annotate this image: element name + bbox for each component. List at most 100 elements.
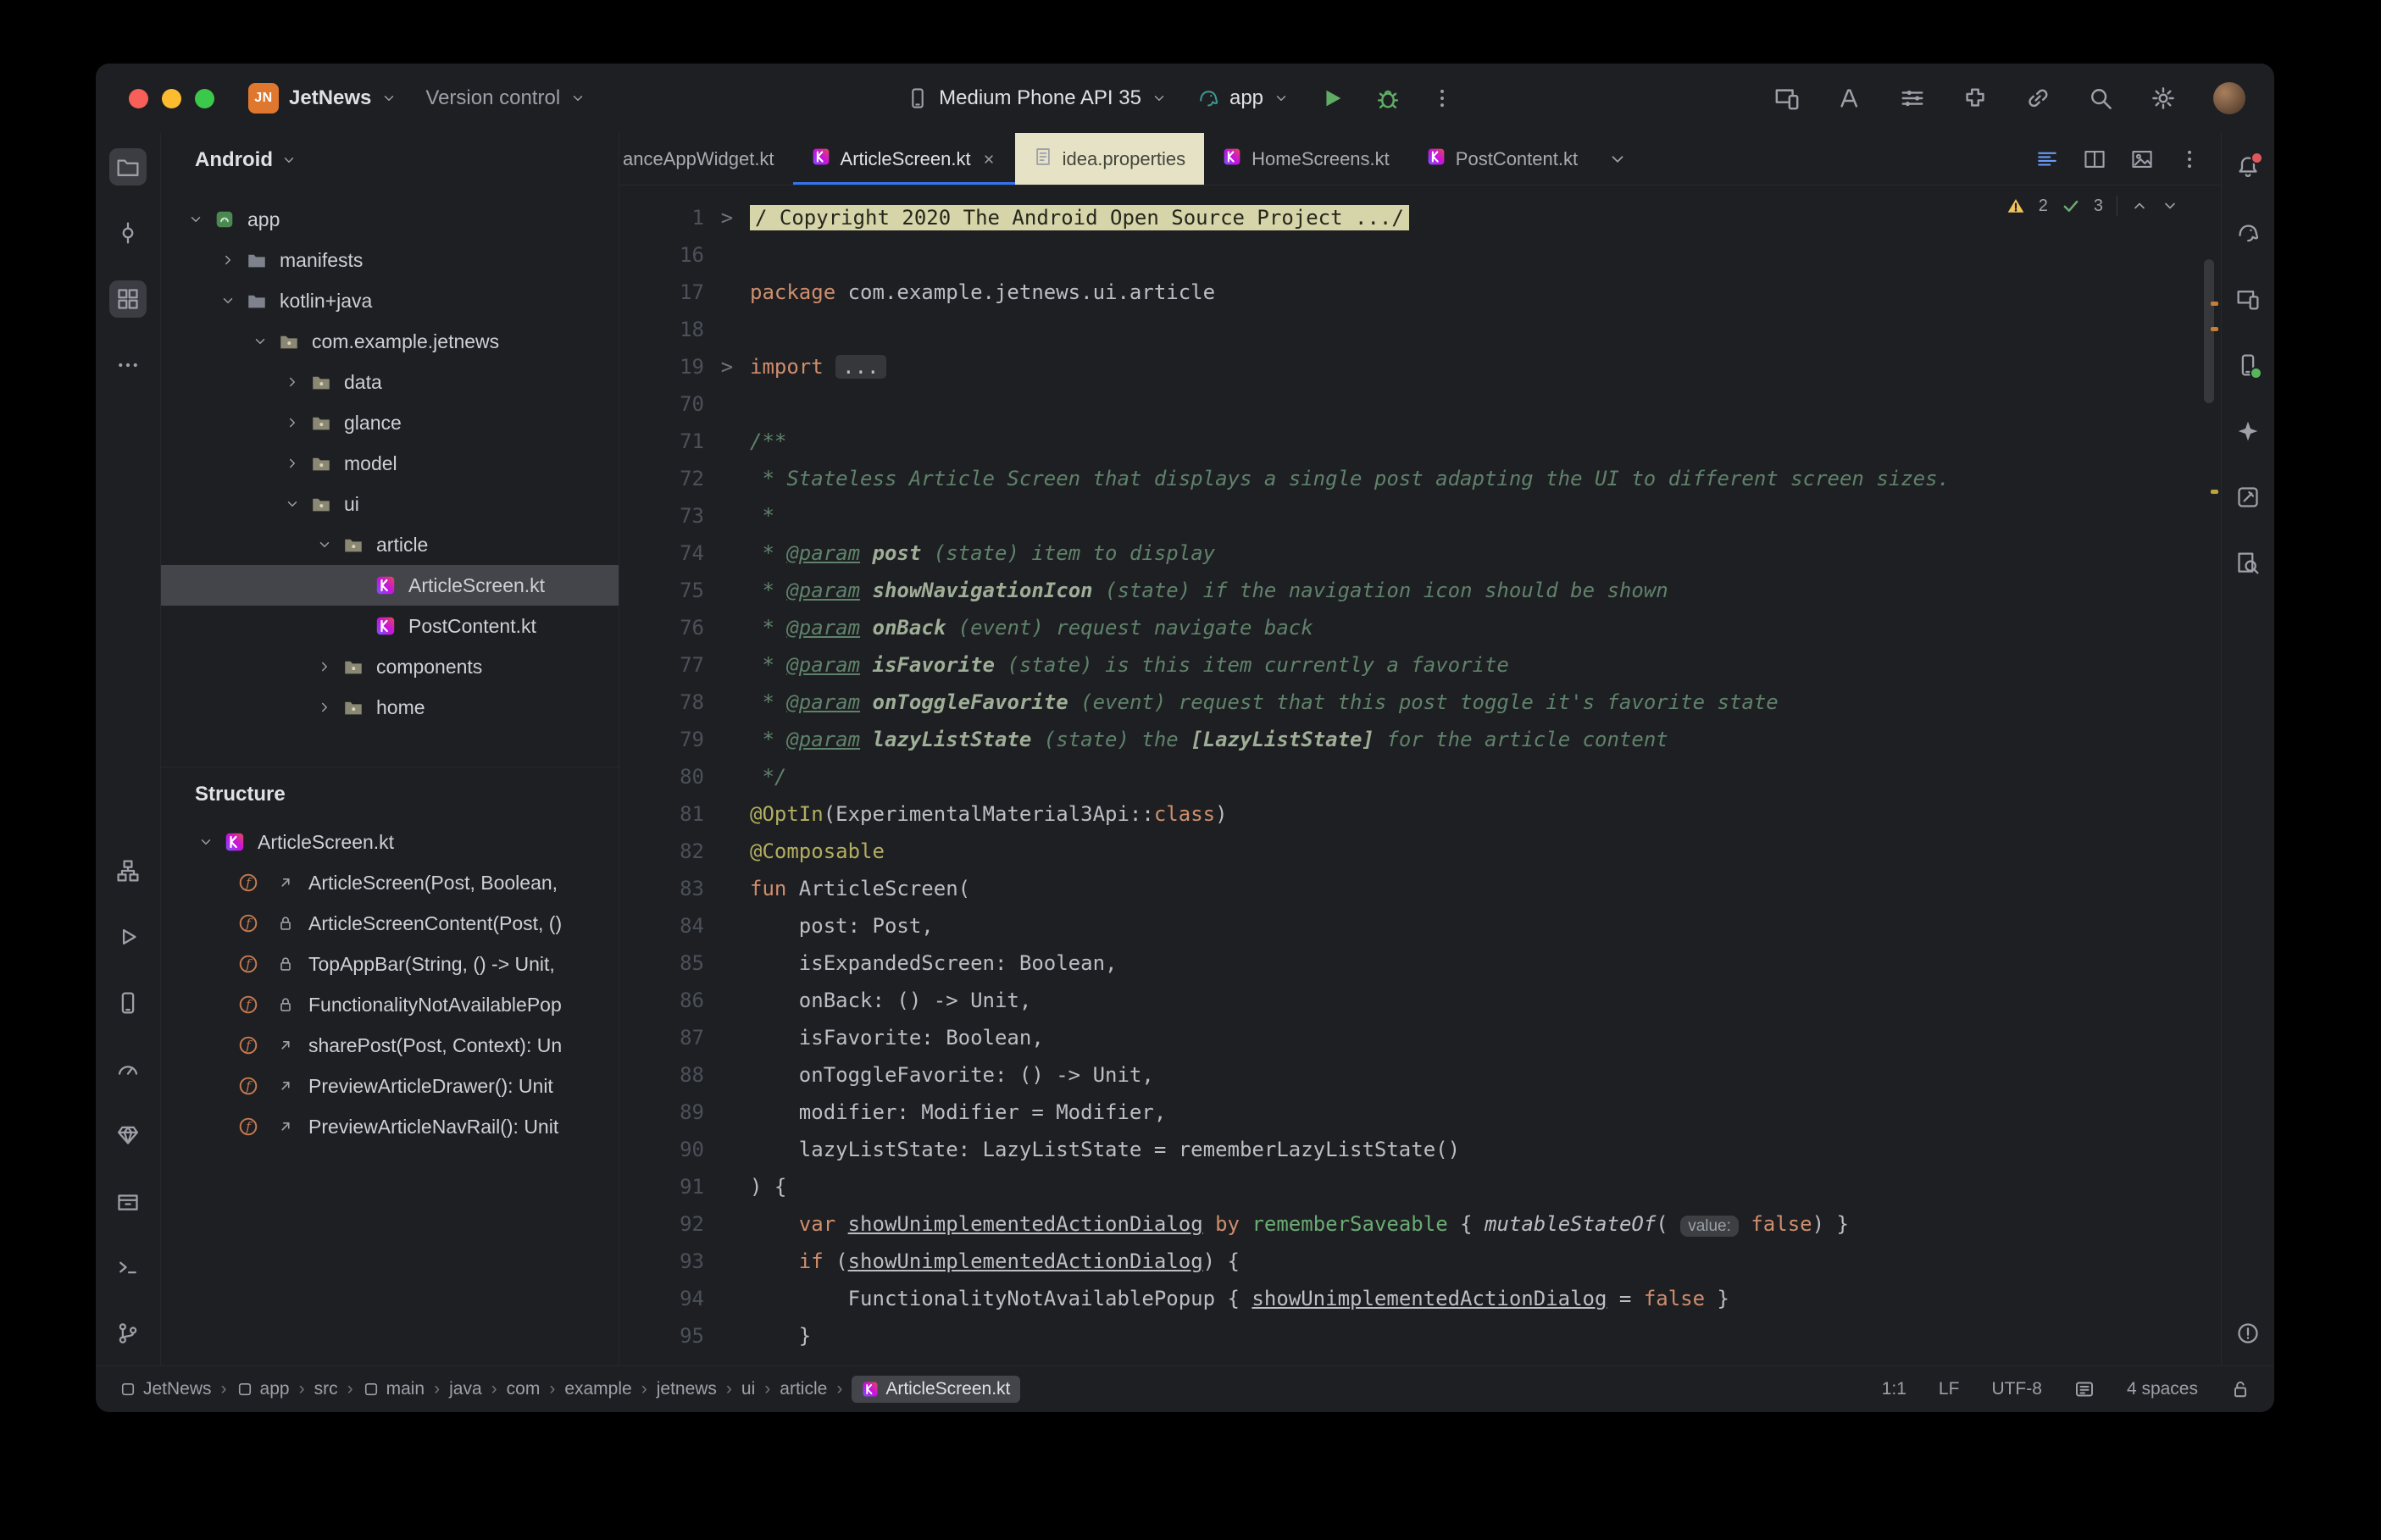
fold-marker-icon[interactable]: > bbox=[704, 199, 750, 236]
tree-item-PostContent.kt[interactable]: PostContent.kt bbox=[161, 606, 619, 646]
structure-item[interactable]: f sharePost(Post, Context): Un bbox=[161, 1025, 619, 1066]
structure-item[interactable]: f FunctionalityNotAvailablePop bbox=[161, 984, 619, 1025]
project-tool-icon[interactable] bbox=[109, 148, 147, 186]
split-view-icon[interactable] bbox=[2084, 148, 2106, 170]
previous-problem-icon[interactable] bbox=[2131, 197, 2148, 214]
chevron-right-icon[interactable] bbox=[214, 252, 242, 268]
tab-idea.properties[interactable]: idea.properties bbox=[1014, 133, 1205, 185]
vcs-widget[interactable]: Version control bbox=[425, 86, 586, 110]
line-separator[interactable]: LF bbox=[1939, 1379, 1960, 1399]
compose-preview-icon[interactable] bbox=[2229, 479, 2267, 516]
display-options-icon[interactable] bbox=[1900, 86, 1925, 111]
layout-inspector-icon[interactable] bbox=[2229, 545, 2267, 582]
tree-item-components[interactable]: components bbox=[161, 646, 619, 687]
structure-root[interactable]: ArticleScreen.kt bbox=[161, 822, 619, 862]
reader-mode-icon[interactable] bbox=[2074, 1379, 2095, 1399]
tab-HomeScreens.kt[interactable]: HomeScreens.kt bbox=[1204, 133, 1408, 185]
resource-manager-icon[interactable] bbox=[109, 1183, 147, 1220]
chevron-down-icon[interactable] bbox=[246, 334, 275, 349]
breadcrumb-src[interactable]: src bbox=[314, 1379, 338, 1399]
file-writable-icon[interactable] bbox=[2230, 1379, 2251, 1399]
run-tool-icon[interactable] bbox=[109, 918, 147, 956]
device-mirroring-icon[interactable] bbox=[1774, 86, 1800, 111]
warning-stripe-mark[interactable] bbox=[2211, 490, 2218, 494]
project-widget[interactable]: JN JetNews bbox=[248, 83, 397, 114]
device-explorer-icon[interactable] bbox=[2229, 280, 2267, 318]
chevron-right-icon[interactable] bbox=[278, 374, 307, 390]
breadcrumb-example[interactable]: example bbox=[564, 1379, 631, 1399]
commit-tool-icon[interactable] bbox=[109, 214, 147, 252]
plugins-icon[interactable] bbox=[1962, 86, 1988, 111]
chevron-right-icon[interactable] bbox=[278, 415, 307, 430]
tree-item-ui[interactable]: ui bbox=[161, 484, 619, 524]
editor-scrollbar[interactable] bbox=[2204, 259, 2214, 403]
tree-item-kotlin+java[interactable]: kotlin+java bbox=[161, 280, 619, 321]
code-editor[interactable]: 1 > / Copyright 2020 The Android Open Sour… bbox=[619, 186, 2221, 1366]
problems-icon[interactable] bbox=[2229, 1315, 2267, 1352]
editor-more-icon[interactable] bbox=[2178, 148, 2201, 170]
run-configuration-selector[interactable]: app bbox=[1197, 86, 1289, 110]
chevron-down-icon[interactable] bbox=[310, 537, 339, 552]
caret-position[interactable]: 1:1 bbox=[1882, 1379, 1906, 1399]
chevron-right-icon[interactable] bbox=[278, 456, 307, 471]
ai-actions-icon[interactable] bbox=[1837, 86, 1862, 111]
tree-item-article[interactable]: article bbox=[161, 524, 619, 565]
tab-PostContent.kt[interactable]: PostContent.kt bbox=[1408, 133, 1596, 185]
hidden-tabs-icon[interactable] bbox=[1608, 150, 1627, 169]
tab-anceAppWidget.kt[interactable]: anceAppWidget.kt bbox=[619, 133, 793, 185]
profiler-icon[interactable] bbox=[109, 1050, 147, 1088]
gemini-icon[interactable] bbox=[2229, 413, 2267, 450]
breadcrumb-app[interactable]: app bbox=[236, 1379, 290, 1399]
file-encoding[interactable]: UTF-8 bbox=[1991, 1379, 2042, 1399]
tree-item-ArticleScreen.kt[interactable]: ArticleScreen.kt bbox=[161, 565, 619, 606]
warning-stripe-mark[interactable] bbox=[2211, 327, 2218, 331]
link-icon[interactable] bbox=[2025, 86, 2051, 111]
chevron-down-icon[interactable] bbox=[278, 496, 307, 512]
structure-item[interactable]: f PreviewArticleNavRail(): Unit bbox=[161, 1106, 619, 1147]
chevron-right-icon[interactable] bbox=[310, 700, 339, 715]
tree-item-data[interactable]: data bbox=[161, 362, 619, 402]
more-actions-icon[interactable] bbox=[1431, 87, 1453, 109]
breadcrumb-ui[interactable]: ui bbox=[741, 1379, 755, 1399]
structure-item[interactable]: f ArticleScreen(Post, Boolean, bbox=[161, 862, 619, 903]
user-avatar[interactable] bbox=[2213, 82, 2245, 114]
settings-icon[interactable] bbox=[2151, 86, 2176, 111]
close-tab-icon[interactable] bbox=[981, 152, 996, 167]
breadcrumb-main[interactable]: main bbox=[363, 1379, 425, 1399]
minimize-window-button[interactable] bbox=[162, 88, 181, 108]
tree-item-com.example.jetnews[interactable]: com.example.jetnews bbox=[161, 321, 619, 362]
warning-stripe-mark[interactable] bbox=[2211, 302, 2218, 306]
chevron-down-icon[interactable] bbox=[214, 293, 242, 308]
breadcrumb-JetNews[interactable]: JetNews bbox=[119, 1379, 212, 1399]
breadcrumb-article[interactable]: article bbox=[780, 1379, 827, 1399]
breadcrumb-java[interactable]: java bbox=[449, 1379, 482, 1399]
breadcrumb-jetnews[interactable]: jetnews bbox=[657, 1379, 717, 1399]
next-problem-icon[interactable] bbox=[2162, 197, 2178, 214]
app-quality-insights-icon[interactable] bbox=[109, 1116, 147, 1154]
zoom-window-button[interactable] bbox=[195, 88, 214, 108]
structure-item[interactable]: f PreviewArticleDrawer(): Unit bbox=[161, 1066, 619, 1106]
chevron-down-icon[interactable] bbox=[191, 834, 220, 850]
breadcrumb-com[interactable]: com bbox=[507, 1379, 541, 1399]
tree-item-model[interactable]: model bbox=[161, 443, 619, 484]
inspections-widget[interactable]: 2 3 bbox=[1997, 192, 2187, 219]
design-view-icon[interactable] bbox=[2131, 148, 2153, 170]
search-everywhere-icon[interactable] bbox=[2088, 86, 2113, 111]
notifications-icon[interactable] bbox=[2229, 148, 2267, 186]
tree-item-glance[interactable]: glance bbox=[161, 402, 619, 443]
breadcrumb-ArticleScreen.kt[interactable]: ArticleScreen.kt bbox=[852, 1376, 1021, 1403]
terminal-icon[interactable] bbox=[109, 1249, 147, 1286]
build-variants-icon[interactable] bbox=[109, 852, 147, 889]
indent-setting[interactable]: 4 spaces bbox=[2127, 1379, 2198, 1399]
more-tools-icon[interactable] bbox=[109, 346, 147, 384]
fold-marker-icon[interactable]: > bbox=[704, 348, 750, 385]
device-selector[interactable]: Medium Phone API 35 bbox=[907, 86, 1167, 110]
tree-item-app[interactable]: app bbox=[161, 199, 619, 240]
tab-ArticleScreen.kt[interactable]: ArticleScreen.kt bbox=[792, 133, 1015, 185]
version-control-icon[interactable] bbox=[109, 1315, 147, 1352]
gradle-icon[interactable] bbox=[2229, 214, 2267, 252]
running-devices-icon[interactable] bbox=[2229, 346, 2267, 384]
chevron-down-icon[interactable] bbox=[181, 212, 210, 227]
structure-tool-icon[interactable] bbox=[109, 280, 147, 318]
close-window-button[interactable] bbox=[129, 88, 148, 108]
